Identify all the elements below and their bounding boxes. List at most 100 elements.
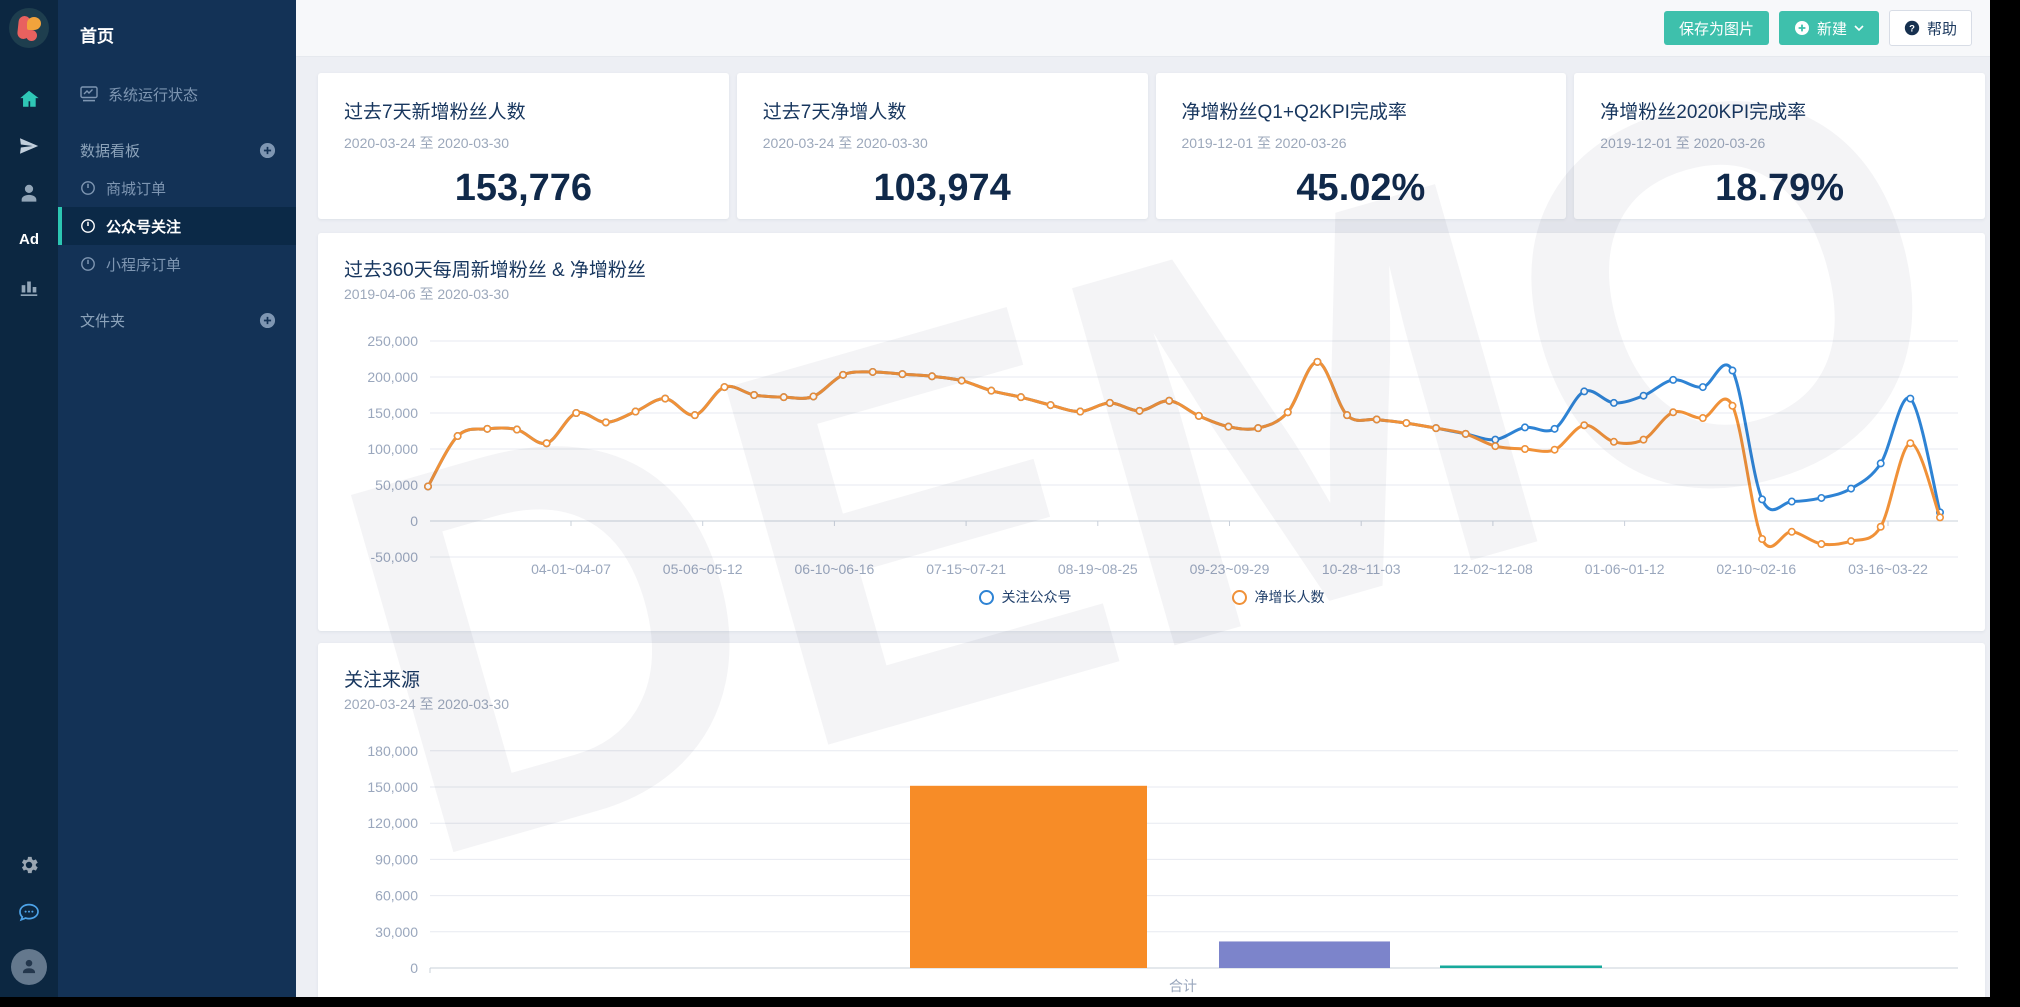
- sidebar-item-mall-orders[interactable]: 商城订单: [58, 169, 296, 207]
- ad-nav-item[interactable]: Ad: [0, 216, 58, 263]
- gauge-icon: [81, 219, 95, 233]
- app-logo[interactable]: [9, 8, 49, 48]
- chevron-down-icon: [1854, 24, 1864, 31]
- avatar[interactable]: [11, 949, 47, 985]
- send-icon[interactable]: [0, 122, 58, 169]
- bar-chart-card: 关注来源 2020-03-24 至 2020-03-30 180,000 150,…: [318, 643, 1985, 997]
- kpi-title: 净增粉丝Q1+Q2KPI完成率: [1181, 102, 1407, 123]
- svg-text:90,000: 90,000: [375, 851, 418, 867]
- svg-text:0: 0: [410, 513, 418, 529]
- legend-marker-orange: [1231, 589, 1247, 605]
- legend-label: 净增长人数: [1254, 589, 1325, 605]
- weekly-fans-line-chart[interactable]: 250,000 200,000 150,000 100,000 50,000 0 -50,0…: [318, 233, 1985, 631]
- logo-shape: [26, 30, 37, 41]
- svg-text:01-06~01-12: 01-06~01-12: [1585, 561, 1665, 577]
- kpi-card-row: 过去7天新增粉丝人数 2020-03-24 至 2020-03-30 153,7…: [318, 73, 1985, 219]
- save-as-image-label: 保存为图片: [1678, 20, 1754, 38]
- svg-text:12-02~12-08: 12-02~12-08: [1453, 561, 1533, 577]
- kpi-date-range: 2019-12-01 至 2020-03-26: [1600, 135, 1766, 151]
- kpi-value: 45.02%: [1296, 167, 1426, 209]
- svg-text:250,000: 250,000: [367, 333, 418, 349]
- sidebar-item-label: 系统运行状态: [108, 86, 199, 104]
- sidebar-item-label: 商城订单: [106, 180, 167, 198]
- kpi-card-2020-kpi[interactable]: 净增粉丝2020KPI完成率 2019-12-01 至 2020-03-26 1…: [1574, 73, 1985, 219]
- svg-text:04-01~04-07: 04-01~04-07: [531, 561, 611, 577]
- kpi-card-new-fans[interactable]: 过去7天新增粉丝人数 2020-03-24 至 2020-03-30 153,7…: [318, 73, 729, 219]
- svg-text:09-23~09-29: 09-23~09-29: [1190, 561, 1270, 577]
- kpi-card-net-growth[interactable]: 过去7天净增人数 2020-03-24 至 2020-03-30 103,974: [736, 73, 1148, 219]
- gear-icon[interactable]: [0, 841, 58, 888]
- section-label: 数据看板: [80, 142, 141, 160]
- home-icon[interactable]: [0, 75, 58, 122]
- svg-text:150,000: 150,000: [367, 779, 418, 795]
- svg-text:08-19~08-25: 08-19~08-25: [1058, 561, 1138, 577]
- svg-text:07-15~07-21: 07-15~07-21: [926, 561, 1006, 577]
- sidebar-menu: 首页 系统运行状态 数据看板 商城订单 公众号关注 小程序订单 文件夹: [58, 0, 296, 997]
- plus-circle-icon[interactable]: [259, 312, 276, 329]
- line-chart-card: 过去360天每周新增粉丝 & 净增粉丝 2019-04-06 至 2020-03…: [318, 233, 1985, 631]
- icon-rail: Ad: [0, 0, 58, 997]
- svg-text:05-06~05-12: 05-06~05-12: [663, 561, 743, 577]
- page-title: 首页: [80, 27, 114, 46]
- svg-text:-50,000: -50,000: [371, 549, 419, 565]
- svg-text:06-10~06-16: 06-10~06-16: [795, 561, 875, 577]
- app-window: Ad 首页 系统运行状态 数据看板 商城订单 公众号关注 小程序订单 文件夹 保…: [0, 0, 1990, 997]
- sidebar-section-folders[interactable]: 文件夹: [58, 301, 296, 339]
- new-button[interactable]: 新建: [1778, 11, 1879, 45]
- legend-label: 关注公众号: [1001, 589, 1072, 605]
- legend-item-followers[interactable]: 关注公众号: [978, 587, 1072, 607]
- user-icon[interactable]: [0, 169, 58, 216]
- rail-nav: Ad: [0, 75, 58, 310]
- logo-shape: [27, 17, 41, 30]
- gauge-icon: [81, 181, 95, 195]
- ad-label: Ad: [19, 231, 39, 248]
- kpi-title: 过去7天净增人数: [762, 102, 907, 123]
- kpi-card-q1q2-kpi[interactable]: 净增粉丝Q1+Q2KPI完成率 2019-12-01 至 2020-03-26 …: [1155, 73, 1567, 219]
- main-area: 保存为图片 新建 ? 帮助 过去7天新增粉丝人数 2020-03-24 至 20…: [296, 0, 1990, 997]
- kpi-title: 过去7天新增粉丝人数: [344, 102, 526, 123]
- chart-legend: 关注公众号 净增长人数: [318, 587, 1985, 607]
- svg-text:0: 0: [410, 960, 418, 976]
- sidebar-item-system-status[interactable]: 系统运行状态: [58, 75, 296, 113]
- monitor-chart-icon: [80, 86, 98, 102]
- help-label: 帮助: [1926, 20, 1957, 38]
- kpi-date-range: 2019-12-01 至 2020-03-26: [1181, 135, 1347, 151]
- svg-text:100,000: 100,000: [367, 441, 418, 457]
- svg-text:60,000: 60,000: [375, 888, 418, 904]
- kpi-value: 103,974: [873, 167, 1011, 209]
- sidebar-item-official-account[interactable]: 公众号关注: [58, 207, 296, 245]
- kpi-date-range: 2020-03-24 至 2020-03-30: [344, 135, 510, 151]
- help-button[interactable]: ? 帮助: [1888, 10, 1972, 46]
- svg-text:10-28~11-03: 10-28~11-03: [1322, 561, 1401, 577]
- plus-circle-icon[interactable]: [259, 142, 276, 159]
- svg-text:30,000: 30,000: [375, 924, 418, 940]
- question-circle-icon: ?: [1904, 20, 1920, 36]
- sidebar-item-label: 公众号关注: [106, 218, 182, 236]
- sidebar-section-dashboards[interactable]: 数据看板: [58, 131, 296, 169]
- gauge-icon: [81, 257, 95, 271]
- legend-item-net-growth[interactable]: 净增长人数: [1231, 587, 1325, 607]
- sidebar-item-miniprogram-orders[interactable]: 小程序订单: [58, 245, 296, 283]
- save-as-image-button[interactable]: 保存为图片: [1663, 11, 1769, 45]
- chat-icon[interactable]: [0, 888, 58, 935]
- svg-text:200,000: 200,000: [367, 369, 418, 385]
- plus-circle-icon: [1794, 21, 1809, 35]
- bar-chart-icon[interactable]: [0, 263, 58, 310]
- follow-source-bar-chart[interactable]: 180,000 150,000 120,000 90,000 60,000 30,000 0…: [318, 643, 1985, 997]
- kpi-date-range: 2020-03-24 至 2020-03-30: [762, 135, 928, 151]
- legend-marker-blue: [978, 589, 994, 605]
- svg-text:?: ?: [1909, 23, 1915, 34]
- kpi-value: 153,776: [454, 167, 593, 209]
- kpi-value: 18.79%: [1715, 167, 1845, 209]
- new-label: 新建: [1816, 20, 1847, 38]
- rail-bottom: [0, 841, 58, 985]
- svg-text:50,000: 50,000: [375, 477, 418, 493]
- svg-text:合计: 合计: [1169, 978, 1197, 994]
- svg-text:120,000: 120,000: [367, 815, 418, 831]
- svg-text:02-10~02-16: 02-10~02-16: [1716, 561, 1796, 577]
- sidebar-item-label: 小程序订单: [106, 256, 182, 274]
- kpi-title: 净增粉丝2020KPI完成率: [1600, 102, 1807, 123]
- svg-text:150,000: 150,000: [367, 405, 418, 421]
- section-label: 文件夹: [80, 312, 126, 330]
- topbar: 保存为图片 新建 ? 帮助: [296, 0, 1990, 57]
